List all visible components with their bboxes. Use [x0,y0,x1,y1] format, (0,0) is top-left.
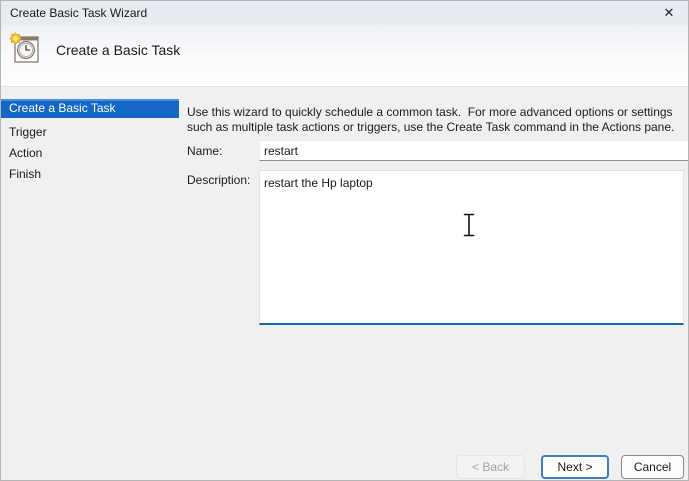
cancel-button[interactable]: Cancel [621,455,684,479]
wizard-intro-text: Use this wizard to quickly schedule a co… [187,105,676,134]
sidebar-item-label: Trigger [9,125,47,139]
description-label: Description: [187,173,251,187]
task-scheduler-wizard-icon [9,32,41,64]
page-title: Create a Basic Task [56,42,181,58]
next-button[interactable]: Next > [541,455,609,479]
titlebar[interactable]: Create Basic Task Wizard ✕ [1,1,688,25]
name-label: Name: [187,144,223,158]
sidebar-item-create-basic-task[interactable]: Create a Basic Task [1,99,179,118]
sidebar-item-label: Action [9,146,43,160]
sidebar-item-action[interactable]: Action [1,145,179,161]
window-title: Create Basic Task Wizard [10,6,148,20]
name-input[interactable] [259,140,688,161]
sidebar-item-trigger[interactable]: Trigger [1,124,179,140]
sidebar-item-finish[interactable]: Finish [1,166,179,182]
sidebar-item-label: Create a Basic Task [9,101,116,115]
wizard-header: Create a Basic Task [1,25,688,87]
back-button[interactable]: < Back [456,455,525,479]
close-icon[interactable]: ✕ [656,1,682,25]
description-textarea[interactable]: restart the Hp laptop [259,170,684,325]
sidebar-item-label: Finish [9,167,42,181]
create-basic-task-wizard-dialog: Create Basic Task Wizard ✕ Create a Basi… [0,0,689,481]
